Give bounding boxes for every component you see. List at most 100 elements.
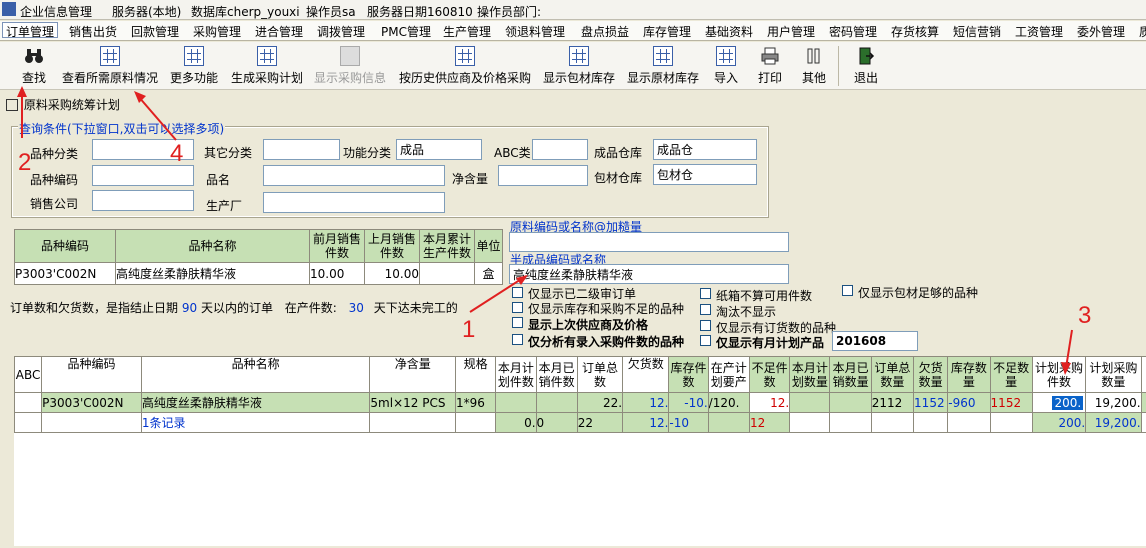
checkbox-entered-purchase[interactable] [512, 334, 523, 345]
checkbox-insufficient-only[interactable] [512, 302, 523, 313]
menu-item[interactable]: 工资管理 [1012, 23, 1066, 39]
menu-item[interactable]: 调拨管理 [314, 23, 368, 39]
more-functions-button[interactable]: 更多功能 [166, 44, 222, 88]
variety-code-input[interactable] [92, 165, 194, 186]
import-button[interactable]: 导入 [710, 44, 742, 88]
history-supplier-button[interactable]: 按历史供应商及价格采购 [396, 44, 534, 88]
checkbox-carton-not-counted[interactable] [700, 288, 711, 299]
raw-stock-button[interactable]: 显示原材库存 [624, 44, 702, 88]
main-cell[interactable] [829, 392, 872, 413]
main-cell[interactable]: 高纯度丝柔静肤精华液 [140, 392, 371, 413]
menu-item[interactable]: 进合管理 [252, 23, 306, 39]
main-cell[interactable] [369, 412, 456, 433]
main-cell[interactable] [1140, 412, 1146, 433]
main-cell[interactable]: /120. [707, 392, 750, 413]
main-cell[interactable]: 1*96 [454, 392, 497, 413]
main-cell[interactable]: 12. [622, 412, 670, 433]
checkbox-approved-orders[interactable] [512, 287, 523, 298]
main-cell[interactable] [947, 412, 991, 433]
main-cell[interactable] [789, 412, 831, 433]
table-row[interactable]: P3003'C002N 高纯度丝柔静肤精华液 5ml×12 PCS 1*96 2… [14, 392, 1146, 413]
find-button[interactable]: 查找 [14, 44, 54, 88]
menu-item[interactable]: 存货核算 [888, 23, 942, 39]
main-cell[interactable]: 22. [576, 392, 624, 413]
main-cell[interactable] [870, 412, 915, 433]
menu-item[interactable]: PMC管理 [378, 23, 434, 39]
main-cell[interactable] [789, 392, 831, 413]
sales-cell[interactable] [419, 262, 475, 285]
sales-cell[interactable]: 10.00 [309, 262, 365, 285]
semi-search-input[interactable] [509, 264, 789, 284]
menu-item[interactable]: 生产管理 [440, 23, 494, 39]
main-cell[interactable]: 19,200. [1085, 412, 1142, 433]
main-cell[interactable]: 12 [748, 412, 791, 433]
menu-item[interactable]: 领退料管理 [502, 23, 568, 39]
main-cell[interactable] [14, 412, 43, 433]
main-cell[interactable]: 5ml×12 PCS [369, 392, 456, 413]
show-purchase-info-button[interactable]: 显示采购信息 [311, 44, 389, 88]
sales-cell[interactable]: P3003'C002N [14, 262, 116, 285]
menu-item[interactable]: 盘点损益 [578, 23, 632, 39]
menu-item[interactable]: 质 [1136, 23, 1146, 39]
main-cell[interactable]: 200. [1031, 412, 1087, 433]
menu-item[interactable]: 基础资料 [702, 23, 756, 39]
main-cell[interactable]: 200. [1031, 392, 1087, 413]
checkbox-last-supplier[interactable] [512, 317, 523, 328]
table-row[interactable]: 1条记录 0. 0 22 12. -10 12 200. 19,200. [14, 412, 1146, 433]
plan-pieces-selected[interactable]: 200. [1052, 395, 1084, 410]
main-cell[interactable] [14, 392, 43, 413]
main-cell[interactable] [535, 392, 578, 413]
view-materials-button[interactable]: 查看所需原料情况 [60, 44, 160, 88]
pack-stock-button[interactable]: 显示包材库存 [540, 44, 618, 88]
menu-item[interactable]: 销售出货 [66, 23, 120, 39]
main-cell[interactable]: 19,200. [1085, 392, 1142, 413]
net-content-input[interactable] [498, 165, 588, 186]
checkbox-pack-sufficient[interactable] [842, 285, 853, 296]
abc-class-input[interactable] [532, 139, 588, 160]
main-cell[interactable]: 0. [495, 412, 537, 433]
menu-item[interactable]: 密码管理 [826, 23, 880, 39]
menu-item[interactable]: 采购管理 [190, 23, 244, 39]
other-class-input[interactable] [263, 139, 340, 160]
checkbox-hide-obsolete[interactable] [700, 304, 711, 315]
main-cell[interactable] [495, 392, 537, 413]
main-cell[interactable]: 22 [576, 412, 624, 433]
sales-cell[interactable]: 10.00 [364, 262, 420, 285]
menu-item[interactable]: 回款管理 [128, 23, 182, 39]
main-cell[interactable] [454, 412, 497, 433]
plan-month-input[interactable] [832, 331, 918, 351]
product-name-input[interactable] [263, 165, 445, 186]
menu-item[interactable]: 短信营销 [950, 23, 1004, 39]
menu-item[interactable]: 用户管理 [764, 23, 818, 39]
main-cell[interactable] [829, 412, 872, 433]
main-cell[interactable]: -10 [668, 412, 709, 433]
menu-item[interactable]: 订单管理 [2, 22, 59, 39]
main-cell[interactable]: 1152 [989, 392, 1033, 413]
checkbox-has-orders[interactable] [700, 320, 711, 331]
material-search-input[interactable] [509, 232, 789, 252]
main-cell[interactable]: 12. [748, 392, 791, 413]
menu-item[interactable]: 委外管理 [1074, 23, 1128, 39]
exit-button[interactable]: 退出 [850, 44, 882, 88]
manufacturer-input[interactable] [263, 192, 445, 213]
func-class-input[interactable] [396, 139, 482, 160]
finished-wh-input[interactable] [653, 139, 757, 160]
main-cell[interactable] [913, 412, 949, 433]
sales-cell[interactable]: 盒 [474, 262, 503, 285]
main-cell[interactable]: 12. [622, 392, 670, 413]
menu-item[interactable]: 库存管理 [640, 23, 694, 39]
sales-cell[interactable]: 高纯度丝柔静肤精华液 [115, 262, 310, 285]
main-cell[interactable]: -960 [947, 392, 991, 413]
main-cell[interactable]: -10. [668, 392, 709, 413]
main-cell[interactable]: P3003'C002N [41, 392, 142, 413]
main-cell[interactable] [707, 412, 750, 433]
main-cell[interactable]: 2112 [870, 392, 915, 413]
main-cell[interactable] [1140, 392, 1146, 413]
main-cell[interactable] [989, 412, 1033, 433]
table-row[interactable]: P3003'C002N 高纯度丝柔静肤精华液 10.00 10.00 盒 [14, 262, 503, 285]
main-cell[interactable]: 0 [535, 412, 578, 433]
print-button[interactable]: 打印 [754, 44, 786, 88]
other-button[interactable]: 其他 [798, 44, 830, 88]
sales-company-input[interactable] [92, 190, 194, 211]
main-cell[interactable]: 1152 [913, 392, 949, 413]
